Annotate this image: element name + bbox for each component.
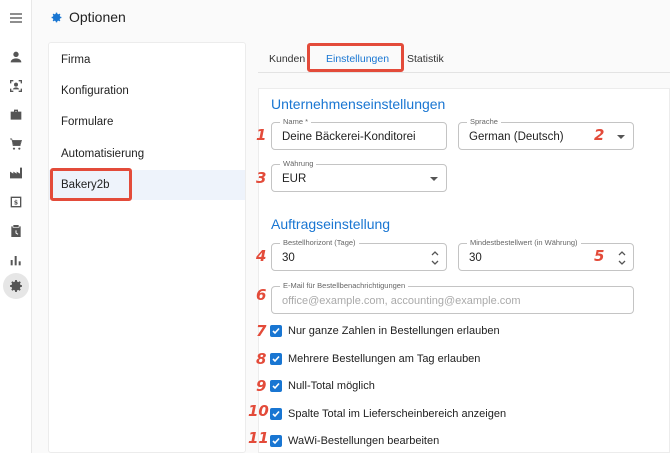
subnav-item-formulare[interactable]: Formulare: [49, 107, 245, 137]
notification-email-label: E-Mail für Bestellbenachrichtigungen: [280, 281, 409, 290]
svg-text:$: $: [14, 200, 18, 207]
annotation-5: 5: [594, 247, 605, 265]
checkbox-label: WaWi-Bestellungen bearbeiten: [288, 435, 440, 447]
bar-chart-icon[interactable]: [7, 251, 25, 269]
highlight-box-bakery2b: [50, 168, 132, 201]
min-order-input[interactable]: Mindestbestellwert (in Währung) 30: [458, 238, 634, 271]
page-title: Optionen: [69, 9, 126, 25]
left-rail: $: [0, 0, 32, 453]
factory-icon[interactable]: [7, 164, 25, 182]
annotation-1: 1: [256, 126, 267, 144]
briefcase-icon[interactable]: [7, 106, 25, 124]
number-stepper[interactable]: [617, 248, 627, 268]
annotation-7: 7: [256, 322, 267, 340]
page-header: Optionen: [50, 7, 126, 27]
subnav-item-konfiguration[interactable]: Konfiguration: [49, 76, 245, 106]
tabs-divider: [258, 72, 670, 73]
min-order-label: Mindestbestellwert (in Währung): [467, 238, 581, 247]
annotation-9: 9: [256, 377, 267, 395]
checkbox-label: Spalte Total im Lieferscheinbereich anze…: [288, 408, 507, 420]
subnav-item-firma[interactable]: Firma: [49, 45, 245, 75]
checkbox[interactable]: [270, 325, 282, 337]
annotation-8: 8: [256, 350, 267, 368]
annotation-10: 10: [248, 402, 269, 420]
checkbox[interactable]: [270, 380, 282, 392]
language-select[interactable]: Sprache German (Deutsch): [458, 117, 634, 150]
gear-icon: [51, 12, 62, 22]
company-settings-title: Unternehmenseinstellungen: [271, 96, 446, 112]
annotation-3: 3: [256, 169, 267, 187]
menu-icon[interactable]: [7, 9, 25, 27]
checkbox-row-total-column[interactable]: Spalte Total im Lieferscheinbereich anze…: [270, 407, 506, 421]
company-name-label: Name *: [280, 117, 312, 126]
chevron-down-icon: [430, 177, 438, 181]
chevron-down-icon: [617, 135, 625, 139]
checkbox[interactable]: [270, 408, 282, 420]
language-label: Sprache: [467, 117, 501, 126]
face-scan-icon[interactable]: [7, 77, 25, 95]
currency-label: Währung: [280, 159, 317, 168]
gear-icon[interactable]: [3, 273, 29, 299]
options-subnav: Firma Konfiguration Formulare Automatisi…: [48, 42, 246, 453]
checkbox[interactable]: [270, 435, 282, 447]
company-name-value: Deine Bäckerei-Konditorei: [282, 131, 416, 143]
annotation-6: 6: [256, 286, 267, 304]
currency-select[interactable]: Währung EUR: [271, 159, 447, 192]
highlight-box-einstellungen: [307, 43, 404, 72]
language-value: German (Deutsch): [469, 131, 564, 143]
tab-kunden[interactable]: Kunden: [269, 47, 305, 71]
order-horizon-label: Bestellhorizont (Tage): [280, 238, 359, 247]
number-stepper[interactable]: [430, 248, 440, 268]
person-icon[interactable]: [7, 48, 25, 66]
notification-email-placeholder: office@example.com, accounting@example.c…: [282, 295, 521, 307]
order-horizon-input[interactable]: Bestellhorizont (Tage) 30: [271, 238, 447, 271]
invoice-icon[interactable]: $: [7, 193, 25, 211]
checkbox-row-multiple-orders[interactable]: Mehrere Bestellungen am Tag erlauben: [270, 352, 480, 366]
checkbox[interactable]: [270, 353, 282, 365]
checkbox-label: Null-Total möglich: [288, 380, 375, 392]
order-horizon-value: 30: [282, 252, 295, 264]
annotation-11: 11: [248, 429, 269, 447]
order-settings-title: Auftragseinstellung: [271, 216, 391, 232]
min-order-value: 30: [469, 252, 482, 264]
company-name-field[interactable]: Name * Deine Bäckerei-Konditorei: [271, 117, 447, 150]
annotation-2: 2: [594, 126, 605, 144]
checkbox-row-whole-numbers[interactable]: Nur ganze Zahlen in Bestellungen erlaube…: [270, 324, 500, 338]
checkbox-label: Mehrere Bestellungen am Tag erlauben: [288, 353, 481, 365]
cart-icon[interactable]: [7, 135, 25, 153]
currency-value: EUR: [282, 173, 307, 185]
checkbox-row-wawi-orders[interactable]: WaWi-Bestellungen bearbeiten: [270, 434, 439, 448]
clipboard-icon[interactable]: [7, 222, 25, 240]
subnav-item-automatisierung[interactable]: Automatisierung: [49, 139, 245, 169]
notification-email-input[interactable]: E-Mail für Bestellbenachrichtigungen off…: [271, 281, 634, 314]
checkbox-label: Nur ganze Zahlen in Bestellungen erlaube…: [288, 325, 500, 337]
annotation-4: 4: [256, 247, 267, 265]
checkbox-row-null-total[interactable]: Null-Total möglich: [270, 379, 375, 393]
tab-statistik[interactable]: Statistik: [407, 47, 444, 71]
